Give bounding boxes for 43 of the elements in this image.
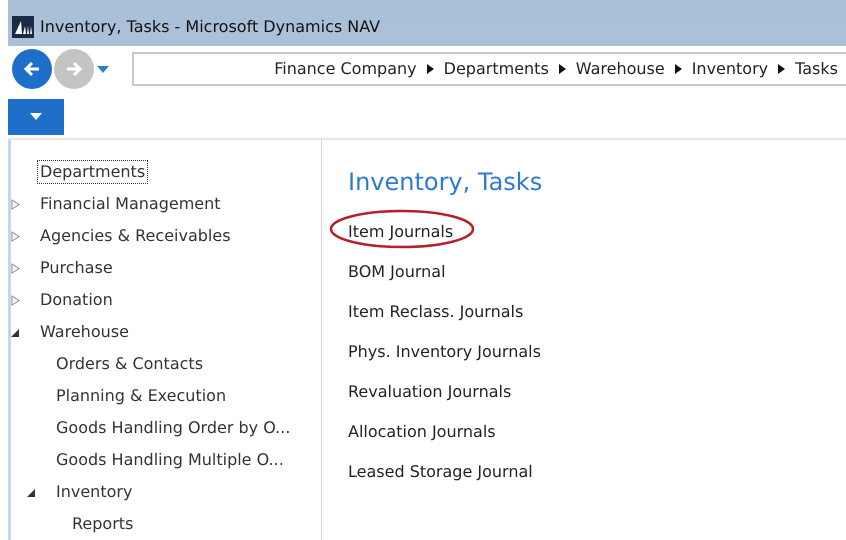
tree-item[interactable]: Reports: [69, 512, 136, 536]
tree-item[interactable]: Financial Management: [37, 192, 224, 216]
task-link[interactable]: Item Reclass. Journals: [348, 300, 524, 324]
right-arrow-icon: [64, 59, 84, 79]
caret-icon: [30, 113, 42, 121]
breadcrumb-item[interactable]: Departments: [444, 57, 549, 81]
menu-dropdown-button[interactable]: [8, 99, 64, 135]
collapsed-triangle-icon[interactable]: [11, 231, 20, 242]
collapsed-triangle-icon[interactable]: [11, 295, 20, 306]
history-dropdown-icon[interactable]: [96, 64, 110, 74]
expanded-triangle-icon[interactable]: [11, 327, 20, 338]
page-title: Inventory, Tasks: [348, 167, 544, 198]
task-link[interactable]: Revaluation Journals: [348, 380, 512, 404]
breadcrumb-separator-icon[interactable]: [674, 64, 682, 74]
task-link[interactable]: Allocation Journals: [348, 420, 496, 444]
tree-item[interactable]: Inventory: [53, 480, 136, 504]
tree-item[interactable]: Warehouse: [37, 320, 132, 344]
app-logo-icon: [12, 16, 34, 38]
address-bar[interactable]: Finance Company Departments Warehouse Inventory Tasks: [132, 52, 846, 86]
window-title: Inventory, Tasks - Microsoft Dynamics NAV: [40, 16, 380, 38]
breadcrumb-separator-icon[interactable]: [778, 64, 786, 74]
breadcrumb-item[interactable]: Tasks: [795, 57, 838, 81]
breadcrumb-item[interactable]: Warehouse: [576, 57, 665, 81]
tree-item[interactable]: Orders & Contacts: [53, 352, 206, 376]
expanded-triangle-icon[interactable]: [27, 487, 36, 498]
left-arrow-icon: [22, 59, 42, 79]
breadcrumb-separator-icon[interactable]: [426, 64, 434, 74]
tree-item[interactable]: Donation: [37, 288, 116, 312]
breadcrumb-separator-icon[interactable]: [558, 64, 566, 74]
tree-item[interactable]: Purchase: [37, 256, 116, 280]
task-link[interactable]: Phys. Inventory Journals: [348, 340, 541, 364]
back-button[interactable]: [12, 49, 52, 89]
tree-item[interactable]: Goods Handling Order by O...: [53, 416, 294, 440]
tree-item[interactable]: Planning & Execution: [53, 384, 230, 408]
tree-item[interactable]: Departments: [37, 160, 148, 184]
breadcrumb-item[interactable]: Inventory: [692, 57, 768, 81]
task-link[interactable]: Leased Storage Journal: [348, 460, 533, 484]
collapsed-triangle-icon[interactable]: [11, 199, 20, 210]
tree-item[interactable]: Goods Handling Multiple O...: [53, 448, 287, 472]
tree-item[interactable]: Agencies & Receivables: [37, 224, 234, 248]
task-link[interactable]: BOM Journal: [348, 260, 446, 284]
collapsed-triangle-icon[interactable]: [11, 263, 20, 274]
breadcrumb-item[interactable]: Finance Company: [274, 57, 417, 81]
